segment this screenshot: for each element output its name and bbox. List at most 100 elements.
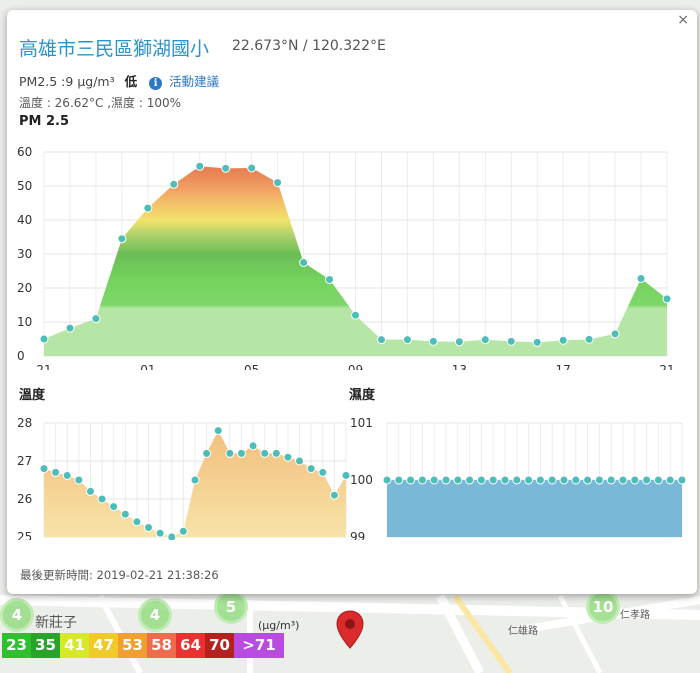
pm25-point[interactable]	[351, 310, 360, 320]
temperature-point[interactable]	[167, 532, 177, 540]
activity-advice-link[interactable]: 活動建議	[169, 74, 219, 89]
pm25-point[interactable]	[143, 203, 153, 213]
map-cluster[interactable]: 4	[138, 598, 172, 632]
y-tick-label: 0	[17, 349, 25, 363]
humidity-point[interactable]	[665, 475, 675, 485]
humidity-point[interactable]	[547, 475, 557, 485]
pm25-legend: 23 35 41 47 53 58 64 70 >71	[2, 633, 284, 658]
pm25-point[interactable]	[195, 161, 205, 171]
humidity-point[interactable]	[630, 475, 640, 485]
humidity-point[interactable]	[441, 475, 451, 485]
map-cluster[interactable]: 10	[586, 590, 620, 624]
close-icon[interactable]: ×	[677, 12, 689, 28]
pm25-point[interactable]	[91, 314, 101, 324]
pm25-point[interactable]	[325, 275, 335, 284]
temperature-point[interactable]	[132, 517, 142, 527]
temperature-point[interactable]	[202, 448, 212, 458]
humidity-point[interactable]	[512, 475, 522, 485]
y-tick-label: 30	[17, 247, 32, 261]
humidity-point[interactable]	[394, 475, 404, 485]
humidity-point[interactable]	[594, 475, 604, 485]
humidity-point[interactable]	[559, 475, 569, 485]
temperature-point[interactable]	[74, 475, 84, 485]
pm25-point[interactable]	[273, 178, 283, 188]
humidity-point[interactable]	[429, 475, 439, 485]
humidity-point[interactable]	[476, 475, 486, 485]
temperature-point[interactable]	[225, 448, 235, 458]
temperature-point[interactable]	[120, 509, 130, 519]
temperature-point[interactable]	[271, 448, 281, 458]
humidity-point[interactable]	[382, 475, 392, 485]
temperature-point[interactable]	[248, 441, 258, 451]
legend-swatch: 23	[2, 633, 31, 658]
pm25-point[interactable]	[402, 335, 412, 345]
x-tick-label: 13	[452, 363, 467, 370]
x-tick-label: 21	[659, 363, 674, 370]
temperature-point[interactable]	[51, 467, 61, 477]
pm25-point[interactable]	[636, 273, 646, 283]
humidity-point[interactable]	[653, 475, 663, 485]
humidity-point[interactable]	[606, 475, 616, 485]
pm25-point[interactable]	[610, 329, 620, 339]
y-tick-label: 99	[350, 530, 365, 540]
location-marker-icon[interactable]	[336, 610, 364, 650]
temperature-point[interactable]	[295, 456, 305, 466]
temperature-point[interactable]	[213, 426, 223, 436]
temperature-point[interactable]	[306, 464, 316, 474]
temperature-point[interactable]	[260, 448, 270, 458]
temperature-point[interactable]	[329, 490, 339, 500]
humidity-point[interactable]	[677, 475, 687, 485]
pm25-point[interactable]	[39, 334, 49, 344]
humidity-point[interactable]	[453, 475, 463, 485]
temperature-point[interactable]	[97, 494, 107, 504]
humidity-area	[387, 480, 682, 537]
temperature-point[interactable]	[236, 448, 246, 458]
temperature-point[interactable]	[39, 464, 49, 474]
humidity-point[interactable]	[417, 475, 427, 485]
info-icon[interactable]: i	[149, 77, 163, 90]
pm25-point[interactable]	[221, 163, 231, 173]
temperature-point[interactable]	[283, 452, 293, 462]
pm25-point[interactable]	[662, 294, 672, 304]
legend-swatch: 58	[147, 633, 176, 658]
pm25-point[interactable]	[299, 258, 309, 267]
temperature-point[interactable]	[178, 526, 188, 536]
pm25-point[interactable]	[428, 336, 438, 346]
pm25-point[interactable]	[376, 335, 386, 345]
pm25-point[interactable]	[65, 323, 75, 333]
humidity-point[interactable]	[465, 475, 475, 485]
temperature-point[interactable]	[144, 523, 154, 532]
temperature-point[interactable]	[318, 467, 328, 477]
pm25-summary: PM2.5 :9 μg/m³ 低 i 活動建議	[19, 71, 219, 90]
humidity-point[interactable]	[535, 475, 545, 485]
map-cluster[interactable]: 4	[0, 598, 34, 632]
pm25-point[interactable]	[584, 334, 594, 344]
map-road-label: 仁孝路	[620, 610, 650, 621]
humidity-point[interactable]	[524, 475, 534, 485]
pm25-point[interactable]	[480, 335, 490, 345]
pm25-point[interactable]	[169, 179, 179, 189]
humidity-point[interactable]	[406, 475, 416, 485]
humidity-point[interactable]	[618, 475, 628, 485]
last-updated: 最後更新時間: 2019-02-21 21:38:26	[20, 568, 219, 582]
temperature-point[interactable]	[155, 528, 165, 538]
humidity-point[interactable]	[571, 475, 581, 485]
map-cluster[interactable]: 5	[214, 590, 248, 624]
humidity-point[interactable]	[583, 475, 593, 485]
station-name[interactable]: 高雄市三民區獅湖國小	[19, 34, 209, 61]
pm25-point[interactable]	[247, 163, 257, 173]
temperature-point[interactable]	[85, 486, 95, 496]
pm25-point[interactable]	[532, 337, 542, 347]
pm25-point[interactable]	[558, 335, 568, 345]
map-road-label: 仁雄路	[508, 626, 538, 637]
humidity-point[interactable]	[488, 475, 498, 485]
pm25-point[interactable]	[117, 234, 127, 244]
temperature-point[interactable]	[190, 475, 200, 485]
temperature-point[interactable]	[109, 502, 119, 512]
pm25-point[interactable]	[454, 337, 464, 347]
temp-humidity-summary: 溫度 : 26.62°C ,濕度 : 100%	[19, 96, 182, 110]
humidity-point[interactable]	[642, 475, 652, 485]
humidity-point[interactable]	[500, 475, 510, 485]
temperature-point[interactable]	[62, 470, 72, 480]
pm25-point[interactable]	[506, 336, 516, 346]
